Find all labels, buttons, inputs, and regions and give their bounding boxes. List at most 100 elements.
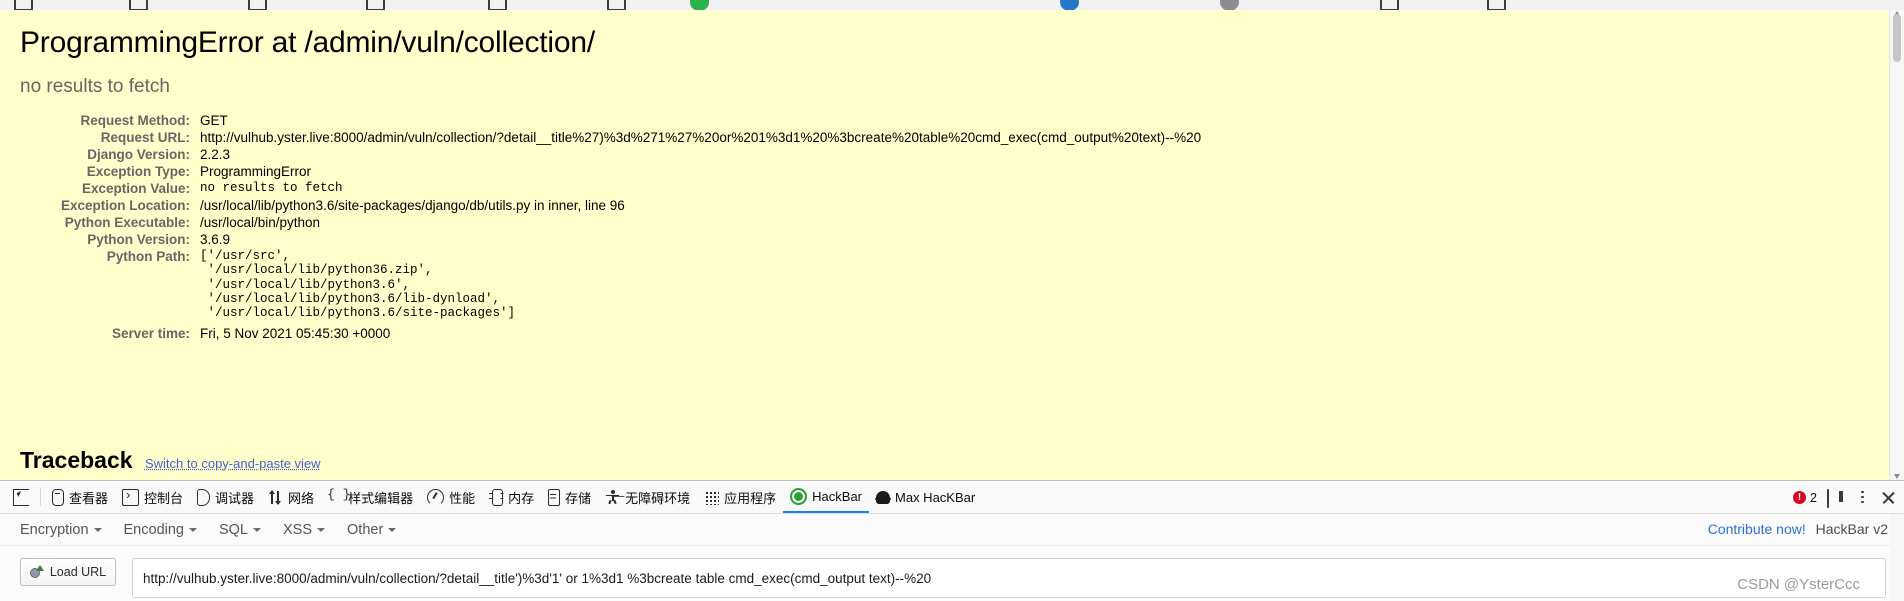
devtools-panel: 查看器 控制台 调试器 网络 样式编辑器 性能 内存 存储 — [0, 480, 1904, 601]
hackbar-panel: Encryption Encoding SQL XSS Other Contri… — [0, 514, 1904, 601]
tab-max-hackbar[interactable]: Max HacKBar — [869, 481, 982, 513]
hackbar-scrollbar[interactable] — [1890, 514, 1904, 601]
tab-label: 内存 — [508, 490, 535, 506]
hackbar-menubar: Encryption Encoding SQL XSS Other Contri… — [0, 514, 1904, 546]
application-icon — [704, 489, 720, 505]
tab-label: HackBar — [812, 488, 863, 504]
tab-label: Max HacKBar — [895, 489, 976, 505]
chevron-down-icon — [93, 527, 102, 532]
row-value: 2.2.3 — [200, 147, 231, 162]
tab-performance[interactable]: 性能 — [420, 481, 482, 513]
devtools-toolbar: 查看器 控制台 调试器 网络 样式编辑器 性能 内存 存储 — [0, 481, 1904, 514]
menu-label: Encryption — [20, 521, 89, 538]
row-label: Exception Type: — [86, 164, 190, 179]
hackbar-footer-info: Contribute now! HackBar v2 — [1708, 521, 1888, 537]
row-value: ['/usr/src', '/usr/local/lib/python36.zi… — [200, 248, 1201, 321]
error-icon: ! — [1793, 491, 1807, 504]
tab-application[interactable]: 应用程序 — [697, 481, 783, 513]
table-row: Django Version: 2.2.3 — [20, 146, 1201, 163]
hackbar-url-row: Load URL — [0, 546, 1904, 598]
row-value: /usr/local/bin/python — [200, 215, 321, 230]
devtools-toolbar-right: ! 2 — [1793, 481, 1898, 514]
menu-label: XSS — [283, 521, 313, 538]
hackbar-icon — [790, 487, 808, 505]
error-count-label: 2 — [1810, 490, 1817, 505]
row-label: Python Version: — [87, 232, 190, 247]
django-error-page: ProgrammingError at /admin/vuln/collecti… — [0, 10, 1890, 480]
chevron-down-icon — [317, 527, 326, 532]
error-detail-table: Request Method: GET Request URL: http://… — [20, 112, 1201, 342]
menu-encryption[interactable]: Encryption — [20, 522, 102, 538]
tab-label: 应用程序 — [724, 490, 777, 506]
menu-xss[interactable]: XSS — [283, 521, 326, 538]
url-input[interactable] — [132, 558, 1886, 598]
tab-debugger[interactable]: 调试器 — [190, 481, 261, 513]
row-value: Fri, 5 Nov 2021 05:45:30 +0000 — [200, 326, 391, 342]
memory-icon — [488, 488, 504, 506]
error-count-badge[interactable]: ! 2 — [1793, 491, 1817, 505]
page-scrollbar[interactable] — [1889, 10, 1904, 480]
tab-network[interactable]: 网络 — [261, 481, 321, 513]
page-title: ProgrammingError at /admin/vuln/collecti… — [20, 26, 595, 59]
python-path-list: ['/usr/src', '/usr/local/lib/python36.zi… — [200, 249, 516, 321]
tab-hackbar[interactable]: HackBar — [783, 481, 870, 513]
tab-inspector[interactable]: 查看器 — [45, 481, 115, 513]
tab-style-editor[interactable]: 样式编辑器 — [321, 481, 420, 513]
chevron-down-icon — [188, 527, 197, 532]
network-icon — [268, 489, 283, 505]
toolbar-divider — [40, 488, 41, 506]
tab-label: 样式编辑器 — [348, 490, 414, 506]
table-row: Python Version: 3.6.9 — [20, 231, 1201, 248]
row-value: /usr/local/lib/python3.6/site-packages/d… — [200, 198, 625, 213]
traceback-heading: Traceback — [20, 447, 133, 473]
tab-label: 调试器 — [215, 490, 255, 506]
menu-label: Encoding — [123, 521, 184, 538]
menu-sql[interactable]: SQL — [219, 522, 261, 538]
row-label: Request Method: — [80, 113, 191, 128]
max-hackbar-icon — [875, 490, 892, 504]
row-value: http://vulhub.yster.live:8000/admin/vuln… — [200, 130, 1202, 145]
tab-label: 存储 — [565, 490, 592, 506]
traceback-switch-link[interactable]: Switch to copy-and-paste view — [145, 456, 321, 471]
table-row: Request Method: GET — [20, 112, 1201, 129]
dock-position-button[interactable] — [1827, 488, 1844, 508]
tab-storage[interactable]: 存储 — [541, 481, 598, 513]
menu-other[interactable]: Other — [347, 521, 397, 538]
tab-label: 查看器 — [69, 490, 109, 506]
row-value: GET — [200, 113, 228, 128]
table-row: Request URL: http://vulhub.yster.live:80… — [20, 129, 1201, 146]
scroll-down-arrow-icon[interactable] — [1894, 474, 1900, 479]
contribute-link[interactable]: Contribute now! — [1708, 521, 1806, 537]
error-subtitle: no results to fetch — [20, 76, 170, 97]
load-url-button[interactable]: Load URL — [20, 558, 116, 586]
menu-label: Other — [347, 521, 384, 538]
tab-label: 网络 — [288, 490, 315, 506]
element-picker-icon — [13, 488, 29, 506]
style-editor-icon — [327, 487, 350, 505]
close-devtools-button[interactable] — [1881, 490, 1898, 506]
row-label: Exception Value: — [81, 181, 190, 196]
tab-console[interactable]: 控制台 — [115, 481, 190, 513]
hackbar-version-label: HackBar v2 — [1815, 521, 1888, 537]
row-label: Server time: — [111, 326, 190, 342]
table-row: Exception Type: ProgrammingError — [20, 163, 1201, 180]
load-url-label: Load URL — [49, 565, 107, 579]
table-row-python-path: Python Path: ['/usr/src', '/usr/local/li… — [20, 248, 1201, 321]
dock-icon — [1827, 488, 1829, 508]
storage-icon — [548, 488, 561, 506]
performance-icon — [427, 488, 445, 506]
menu-encoding[interactable]: Encoding — [124, 522, 197, 538]
tab-accessibility[interactable]: 无障碍环境 — [598, 481, 697, 513]
table-row-server-time: Server time: Fri, 5 Nov 2021 05:45:30 +0… — [20, 321, 1201, 342]
row-label: Django Version: — [87, 147, 190, 162]
tab-memory[interactable]: 内存 — [482, 481, 541, 513]
debugger-icon — [197, 488, 211, 506]
element-picker-button[interactable] — [6, 481, 36, 513]
menu-label: SQL — [218, 521, 248, 538]
scrollbar-thumb[interactable] — [1893, 14, 1901, 62]
inspector-icon — [52, 488, 64, 506]
devtools-menu-button[interactable] — [1854, 490, 1871, 506]
row-value: 3.6.9 — [200, 232, 231, 247]
row-label: Exception Location: — [60, 198, 190, 213]
table-row: Exception Value: no results to fetch — [20, 180, 1201, 197]
